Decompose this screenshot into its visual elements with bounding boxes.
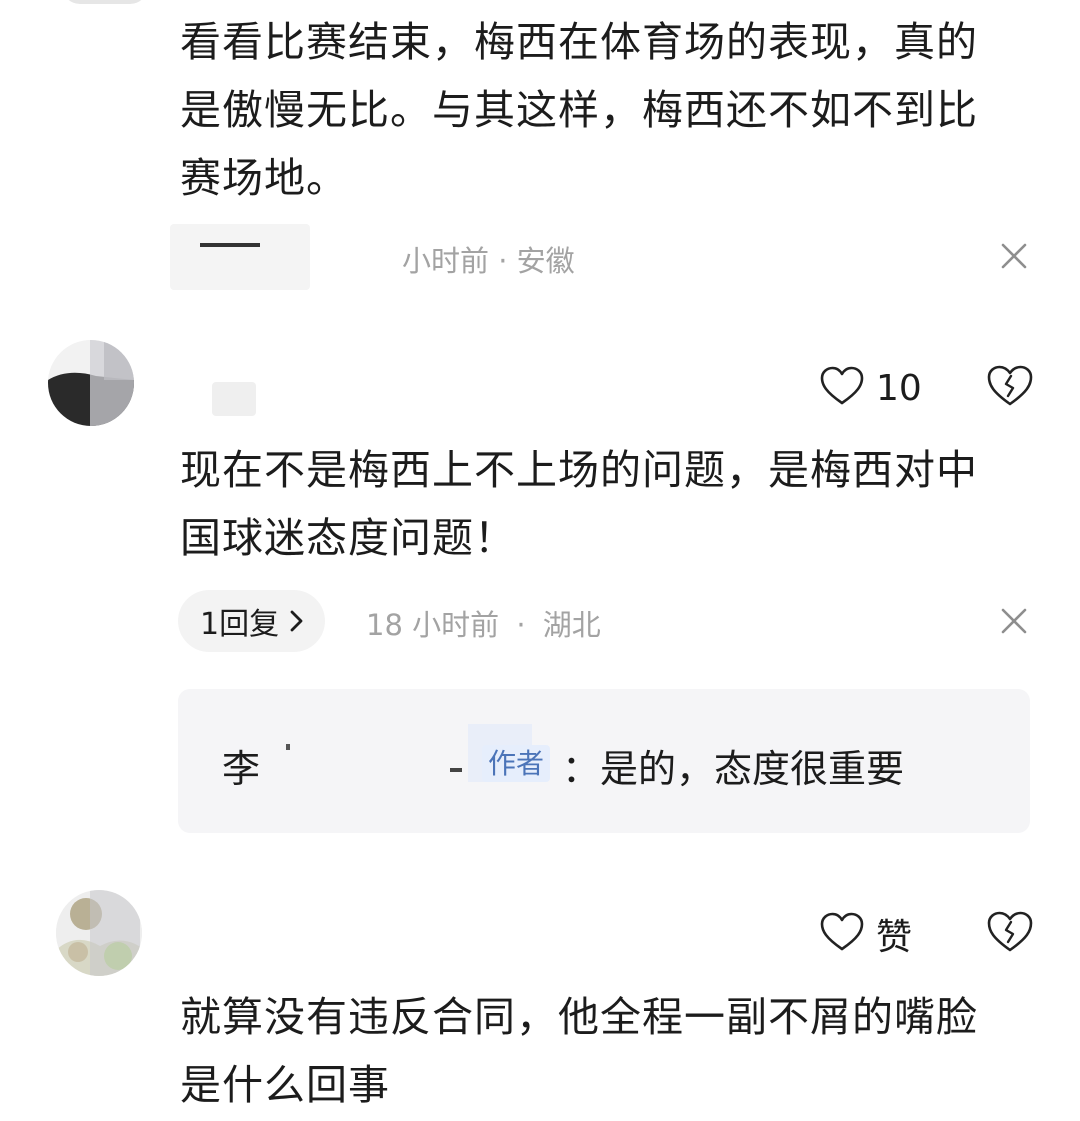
meta-time-location: 小时前 · 安徽 xyxy=(402,244,575,278)
meta-separator: · xyxy=(516,608,526,642)
redacted-block xyxy=(170,224,310,290)
comment-text-2: 现在不是梅西上不上场的问题，是梅西对中 国球迷态度问题！ xyxy=(180,436,1050,572)
redacted-fragment xyxy=(286,744,290,750)
comment-text-line: 赛场地。 xyxy=(180,154,348,202)
redacted-fragment xyxy=(450,768,462,772)
meta-location: 湖北 xyxy=(542,608,601,642)
comment-text-line: 就算没有违反合同，他全程一副不屑的嘴脸 xyxy=(180,993,978,1041)
comment-text-line: 现在不是梅西上不上场的问题，是梅西对中 xyxy=(180,446,978,494)
like-button[interactable]: 赞 xyxy=(820,904,912,964)
close-icon[interactable] xyxy=(999,241,1029,271)
avatar[interactable] xyxy=(56,890,142,976)
broken-heart-icon[interactable] xyxy=(986,364,1034,412)
redacted-mark xyxy=(200,243,260,247)
comment-text-line: 看看比赛结束，梅西在体育场的表现，真的 xyxy=(180,18,978,66)
author-tag-label: 作者 xyxy=(482,745,551,782)
heart-outline-icon xyxy=(820,366,864,410)
author-badge: 作者 xyxy=(482,742,551,782)
comment-text-1: 看看比赛结束，梅西在体育场的表现，真的 是傲慢无比。与其这样，梅西还不如不到比 … xyxy=(180,8,1050,212)
like-button[interactable]: 10 xyxy=(820,358,922,418)
reply-author-name[interactable]: 李 xyxy=(222,738,260,793)
meta-time: 18 小时前 xyxy=(366,608,500,642)
comment-text-line: 是傲慢无比。与其这样，梅西还不如不到比 xyxy=(180,86,978,134)
like-count: 10 xyxy=(876,367,922,409)
reply-text: ：是的，态度很重要 xyxy=(562,738,904,793)
reply-author-initial: 李 xyxy=(222,747,261,791)
heart-outline-icon xyxy=(820,912,864,956)
like-label: 赞 xyxy=(876,917,913,958)
reply-count-button[interactable]: 1回复 xyxy=(178,590,326,652)
chevron-right-icon xyxy=(289,609,305,633)
reply-count-label: 1回复 xyxy=(200,607,280,642)
comment-text-line: 是什么回事 xyxy=(180,1061,390,1109)
avatar-top-partial[interactable] xyxy=(62,0,148,4)
broken-heart-icon[interactable] xyxy=(986,910,1034,958)
reply-author-redacted xyxy=(272,740,472,786)
reply-text-content: ：是的，态度很重要 xyxy=(562,747,905,791)
comment-text-3: 就算没有违反合同，他全程一副不屑的嘴脸 是什么回事 xyxy=(180,983,1050,1119)
comment-meta-2: 18 小时前 · 湖北 xyxy=(366,602,601,644)
comment-meta-1: 小时前 · 安徽 xyxy=(402,238,575,280)
username-redacted[interactable] xyxy=(212,382,256,416)
comment-text-line: 国球迷态度问题！ xyxy=(180,514,516,562)
close-icon[interactable] xyxy=(999,606,1029,636)
avatar[interactable] xyxy=(48,340,134,426)
